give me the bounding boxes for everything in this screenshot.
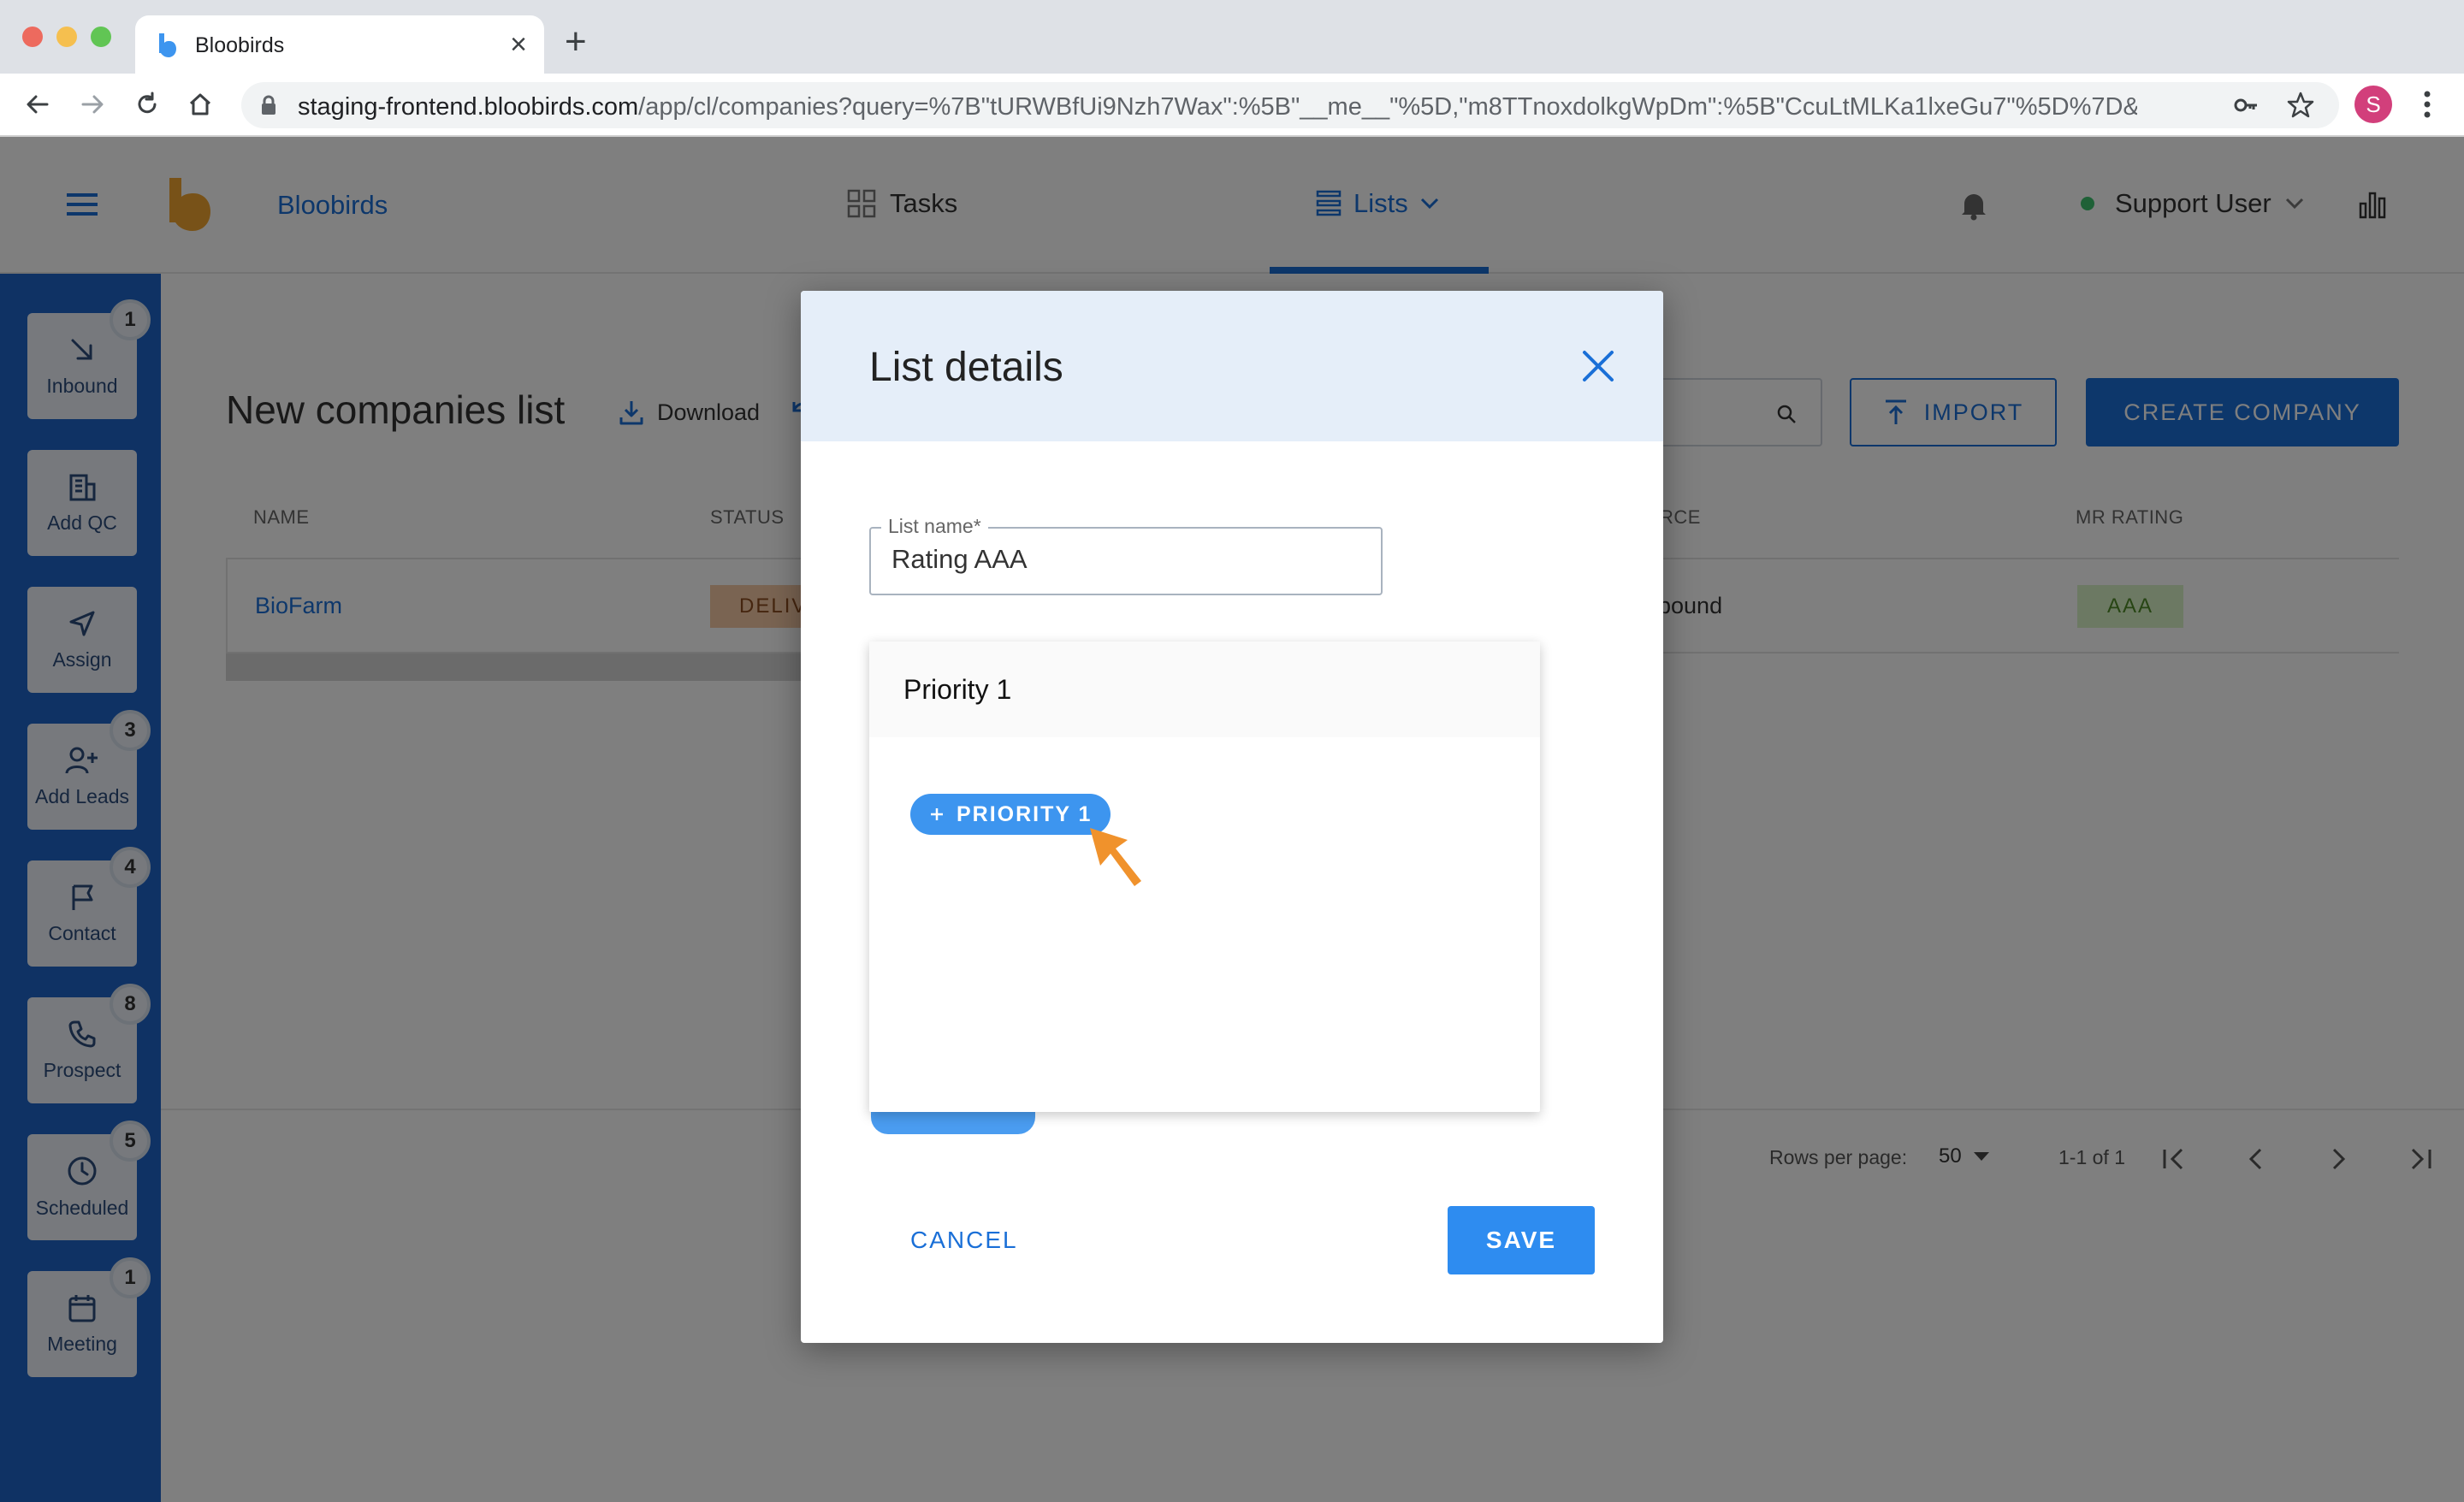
lock-icon — [262, 95, 275, 115]
browser-tab[interactable]: Bloobirds × — [135, 15, 544, 74]
bookmark-star-icon[interactable] — [2286, 91, 2315, 120]
reload-icon[interactable] — [128, 86, 166, 123]
list-details-modal: List details List name* Priority 1 PRIOR… — [801, 291, 1663, 1343]
window-close-dot[interactable] — [22, 27, 43, 47]
save-button[interactable]: SAVE — [1448, 1206, 1595, 1274]
dropdown-title: Priority 1 — [903, 674, 1012, 705]
tab-title: Bloobirds — [195, 33, 285, 57]
tag-label: PRIORITY 1 — [957, 801, 1093, 826]
close-icon[interactable] — [1576, 344, 1620, 388]
browser-menu-icon[interactable] — [2414, 86, 2440, 123]
window-zoom-dot[interactable] — [91, 27, 111, 47]
window-minimize-dot[interactable] — [56, 27, 77, 47]
new-tab-icon[interactable]: + — [565, 21, 587, 63]
address-bar[interactable]: staging-frontend.bloobirds.com/app/cl/co… — [241, 82, 2339, 128]
dropdown-header: Priority 1 — [869, 642, 1540, 737]
add-priority-tag-button[interactable]: PRIORITY 1 — [910, 794, 1111, 835]
forward-icon[interactable] — [74, 86, 111, 123]
list-name-field[interactable]: List name* — [869, 515, 1383, 595]
pointer-cursor-icon — [1090, 828, 1141, 886]
plus-icon — [931, 808, 943, 820]
url-text: staging-frontend.bloobirds.com/app/cl/co… — [298, 93, 2137, 121]
profile-avatar[interactable]: S — [2354, 86, 2392, 123]
browser-tab-bar: Bloobirds × + — [0, 0, 2464, 74]
list-name-input[interactable] — [891, 544, 1362, 575]
list-name-label: List name* — [881, 515, 988, 538]
modal-header: List details — [801, 291, 1663, 441]
tab-close-icon[interactable]: × — [510, 27, 527, 62]
home-icon[interactable] — [181, 86, 219, 123]
bloobirds-favicon-icon — [159, 33, 176, 57]
browser-toolbar: staging-frontend.bloobirds.com/app/cl/co… — [0, 74, 2464, 137]
modal-title: List details — [869, 345, 1063, 390]
key-icon[interactable] — [2233, 92, 2259, 118]
back-icon[interactable] — [19, 86, 56, 123]
priority-dropdown: Priority 1 PRIORITY 1 — [869, 642, 1540, 1112]
cancel-button[interactable]: CANCEL — [885, 1206, 1044, 1274]
